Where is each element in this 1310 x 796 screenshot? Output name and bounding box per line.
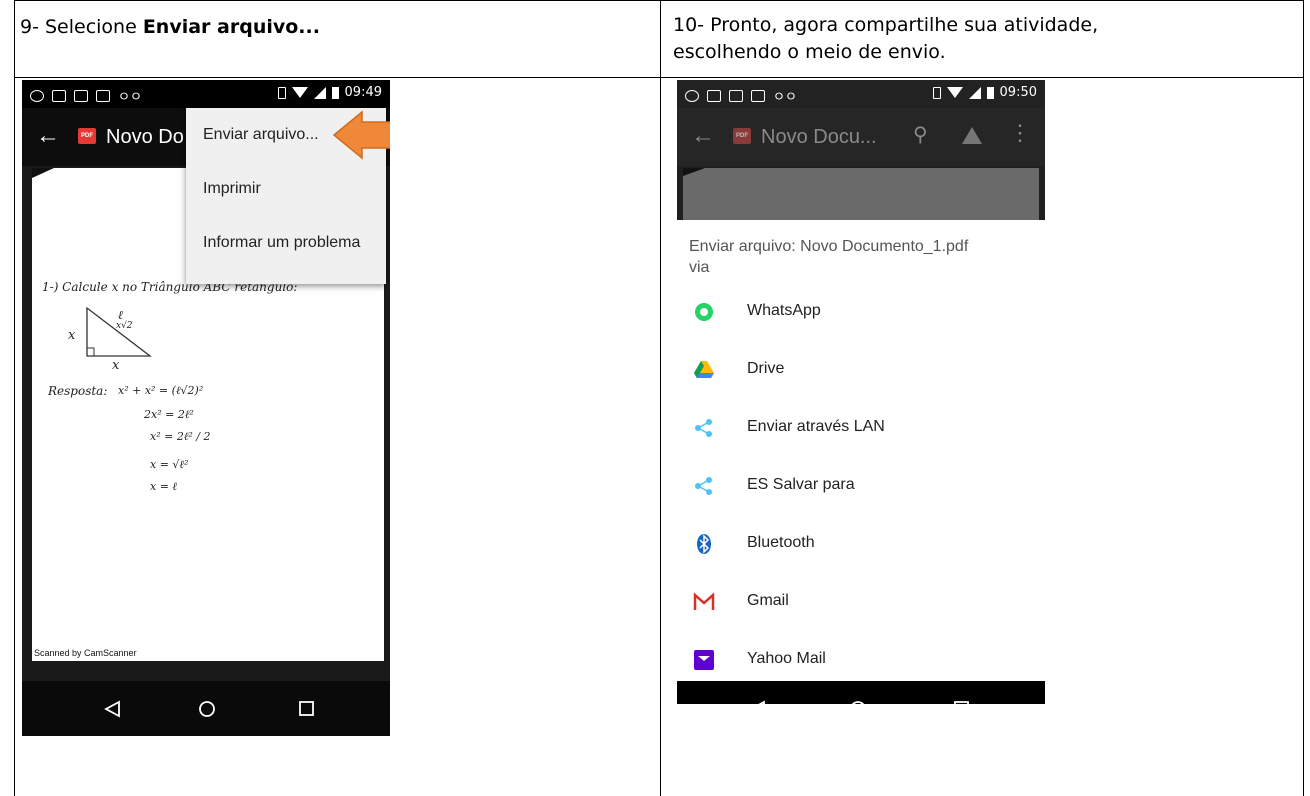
nav-back-icon[interactable] — [749, 700, 767, 704]
search-icon[interactable]: ⚲ — [913, 122, 928, 147]
signal-icon — [313, 86, 326, 99]
status-time: 09:49 — [344, 85, 382, 100]
menu-item-informar-problema[interactable]: Informar um problema — [203, 234, 360, 252]
share-option-gmail[interactable]: Gmail — [677, 578, 1045, 628]
share-sheet-title: Enviar arquivo: Novo Documento_1.pdf via — [689, 238, 969, 276]
whatsapp-notification-icon — [685, 89, 699, 102]
image-notification-icon — [751, 89, 765, 102]
drive-icon — [694, 361, 714, 378]
handwritten-eq3: x² = 2ℓ² / 2 — [150, 430, 211, 443]
share-icon — [695, 477, 712, 495]
handwritten-eq2: 2x² = 2ℓ² — [144, 408, 194, 421]
step10-line1: 10- Pronto, agora compartilhe sua ativid… — [673, 14, 1099, 36]
handwritten-eq5: x = ℓ — [150, 480, 177, 493]
status-bar: ㅇㅇ 09:50 — [677, 80, 1045, 108]
image-notification-icon — [96, 89, 110, 102]
step9-bold-text: Enviar arquivo... — [142, 16, 320, 38]
share-option-enviar-lan[interactable]: Enviar através LAN — [677, 404, 1045, 454]
menu-item-enviar-arquivo[interactable]: Enviar arquivo... — [203, 126, 319, 144]
document-title: Novo Docu... — [761, 126, 877, 148]
nav-recents-icon[interactable] — [298, 700, 316, 718]
pdf-icon: PDF — [78, 128, 96, 144]
step10-line2: escolhendo o meio de envio. — [673, 41, 946, 63]
wifi-icon — [946, 87, 963, 98]
status-time: 09:50 — [999, 85, 1037, 100]
more-vert-icon[interactable]: ⋮ — [1009, 120, 1031, 146]
document-title: Novo Do — [106, 126, 184, 148]
handwritten-eq4: x = √ℓ² — [150, 458, 189, 471]
phone-screenshot-2: ㅇㅇ 09:50 ← PDF Novo Docu... ⚲ ⋮ Enviar a… — [677, 80, 1045, 704]
pdf-icon: PDF — [733, 128, 751, 144]
nav-home-icon[interactable] — [198, 700, 216, 718]
app-bar: ← PDF Novo Docu... ⚲ ⋮ — [677, 108, 1045, 166]
handwritten-label-x-bottom: x — [112, 358, 120, 373]
back-arrow-icon[interactable]: ← — [691, 122, 715, 150]
step9-instruction: 9- Selecione Enviar arquivo... — [20, 14, 320, 41]
wifi-icon — [291, 87, 308, 98]
gmail-notification-icon — [729, 89, 743, 102]
step10-instruction: 10- Pronto, agora compartilhe sua ativid… — [673, 12, 1098, 66]
share-sheet: Enviar arquivo: Novo Documento_1.pdf via… — [677, 220, 1045, 681]
handwritten-resposta: Resposta: — [48, 384, 108, 398]
battery-icon — [331, 86, 339, 99]
document-preview — [683, 168, 1039, 220]
back-arrow-icon[interactable]: ← — [36, 122, 60, 150]
table-border-left — [14, 0, 15, 796]
inbox-notification-icon — [52, 89, 66, 102]
drive-add-icon[interactable] — [961, 126, 983, 146]
inbox-notification-icon — [707, 89, 721, 102]
voicemail-icon: ㅇㅇ — [773, 90, 797, 105]
handwritten-label-x-left: x — [68, 328, 76, 343]
share-option-whatsapp[interactable]: WhatsApp — [677, 288, 1045, 338]
table-border-right — [1303, 0, 1304, 796]
yahoo-mail-icon — [694, 650, 714, 670]
bluetooth-icon — [697, 534, 711, 554]
scanned-by-label: Scanned by CamScanner — [34, 648, 137, 658]
share-icon — [695, 419, 712, 437]
table-row-divider — [14, 77, 1304, 78]
share-option-yahoo-mail[interactable]: Yahoo Mail — [677, 636, 1045, 686]
step9-text: 9- Selecione — [20, 16, 143, 38]
handwritten-label-hyp: x√2 — [116, 321, 133, 331]
whatsapp-icon — [695, 303, 713, 321]
status-bar: ㅇㅇ 09:49 — [22, 80, 390, 108]
battery-icon — [986, 86, 994, 99]
gmail-icon — [693, 592, 715, 610]
phone-screenshot-1: ㅇㅇ 09:49 ← PDF Novo Do 1-) Calcule x no … — [22, 80, 390, 736]
gmail-notification-icon — [74, 89, 88, 102]
nav-recents-icon[interactable] — [953, 700, 971, 704]
orange-arrow-icon — [332, 110, 390, 160]
share-option-drive[interactable]: Drive — [677, 346, 1045, 396]
whatsapp-notification-icon — [30, 89, 44, 102]
nav-home-icon[interactable] — [849, 700, 867, 704]
share-option-bluetooth[interactable]: Bluetooth — [677, 520, 1045, 570]
voicemail-icon: ㅇㅇ — [118, 90, 142, 105]
table-border-top — [14, 0, 1304, 1]
navigation-bar — [22, 681, 390, 736]
vibrate-icon — [277, 86, 286, 99]
navigation-bar — [677, 681, 1045, 704]
menu-item-imprimir[interactable]: Imprimir — [203, 180, 261, 198]
handwritten-eq1: x² + x² = (ℓ√2)² — [118, 384, 204, 397]
signal-icon — [968, 86, 981, 99]
table-border-mid — [660, 0, 661, 796]
share-option-es-salvar[interactable]: ES Salvar para — [677, 462, 1045, 512]
vibrate-icon — [932, 86, 941, 99]
nav-back-icon[interactable] — [104, 700, 122, 718]
